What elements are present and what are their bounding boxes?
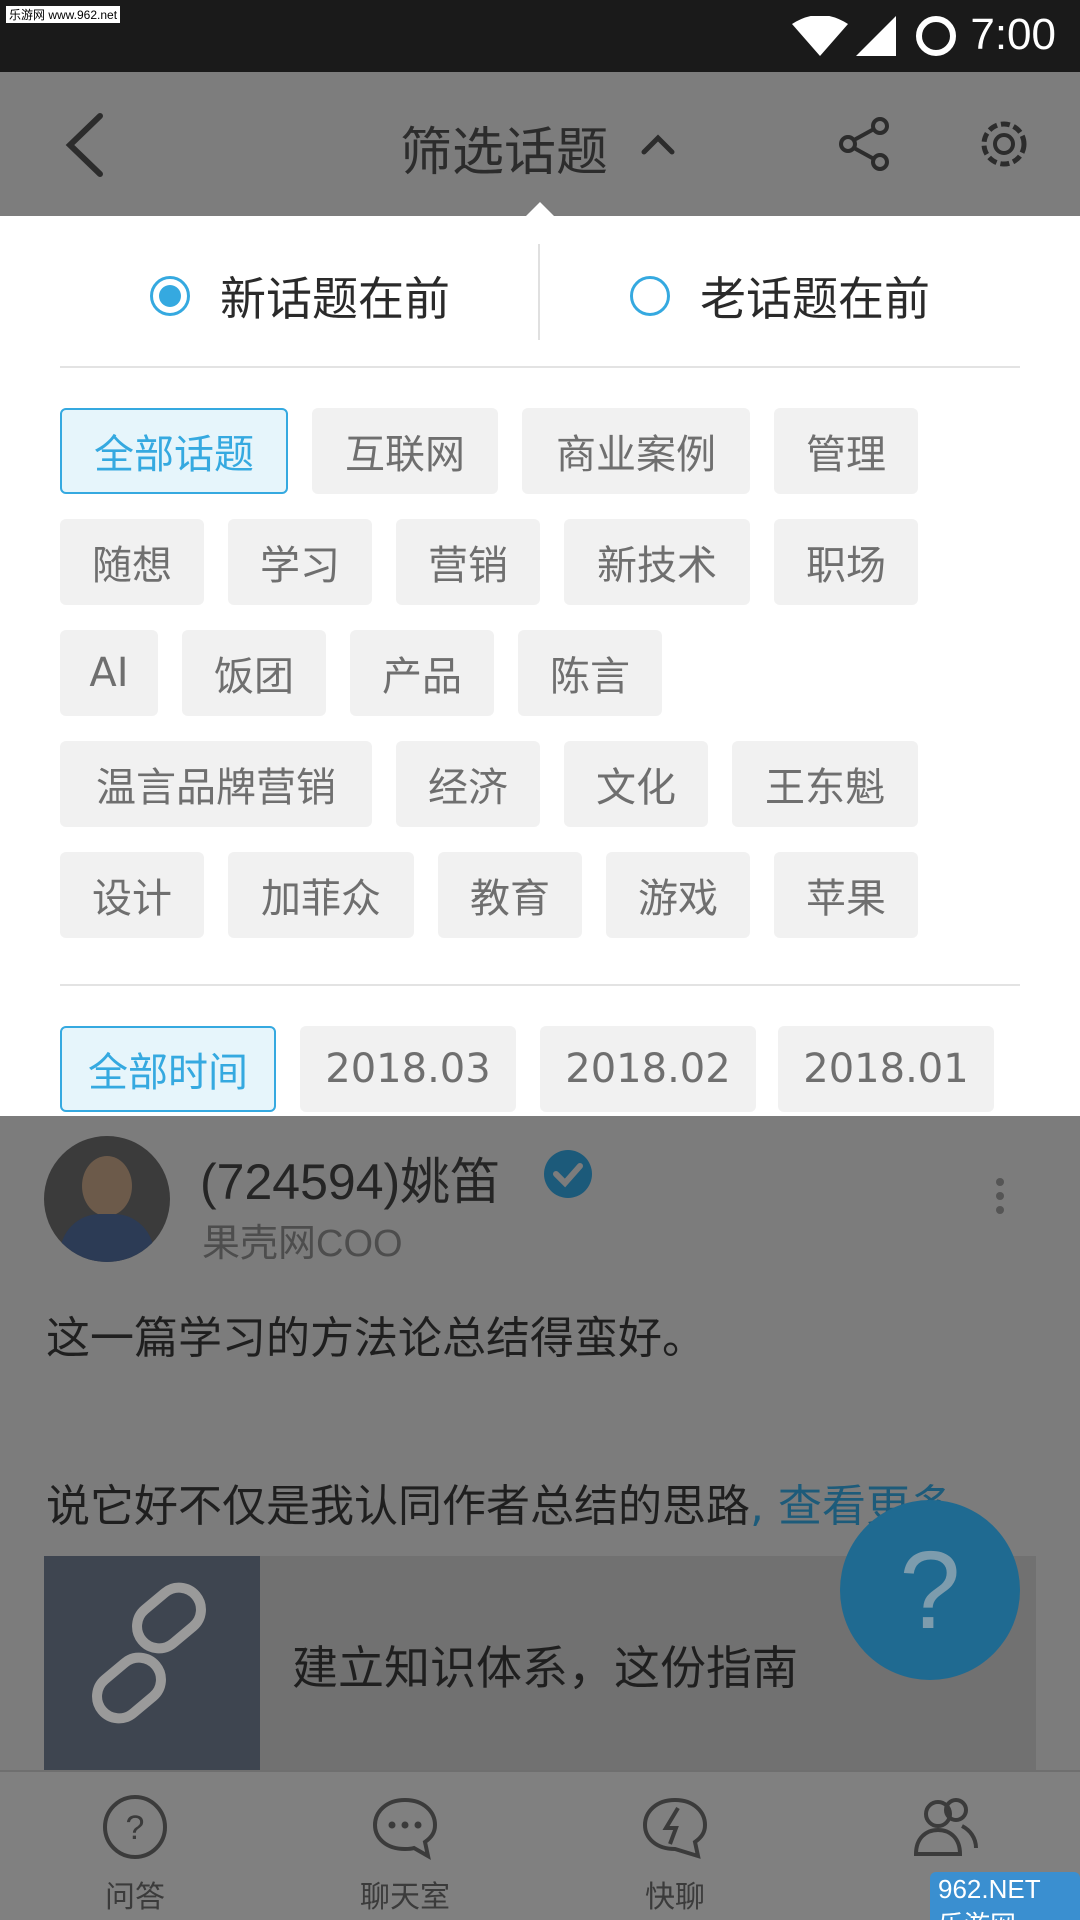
time-chip[interactable]: 2018.02 <box>540 1026 756 1112</box>
page-title[interactable]: 筛选话题 <box>400 110 608 185</box>
divider <box>60 984 1020 986</box>
more-options-icon[interactable] <box>990 1172 1010 1232</box>
link-card-title: 建立知识体系，这份指南 <box>292 1641 798 1695</box>
avatar-face <box>82 1156 132 1216</box>
topic-chip[interactable]: 设计 <box>60 852 204 938</box>
nav-item-quickchat[interactable]: 快聊 <box>540 1772 810 1920</box>
time-chip[interactable]: 2018.01 <box>778 1026 994 1112</box>
topic-chip[interactable]: 新技术 <box>564 519 750 605</box>
sort-divider <box>538 244 540 340</box>
topic-chip[interactable]: 温言品牌营销 <box>60 741 372 827</box>
sort-newest-label: 新话题在前 <box>220 272 450 326</box>
sort-newest-option[interactable]: 新话题在前 <box>150 264 450 328</box>
site-watermark: 962.NET 乐游网 <box>930 1872 1080 1920</box>
topic-chip[interactable]: 学习 <box>228 519 372 605</box>
wifi-icon <box>792 16 848 56</box>
nav-label: 聊天室 <box>360 1880 450 1915</box>
post-text-line: 说它好不仅是我认同作者总结的思路 <box>46 1481 750 1532</box>
group-icon <box>913 1798 978 1856</box>
time-chip[interactable]: 2018.03 <box>300 1026 516 1112</box>
verified-badge-icon <box>544 1150 592 1198</box>
battery-icon <box>916 16 956 56</box>
topic-chip[interactable]: 营销 <box>396 519 540 605</box>
cell-signal-icon <box>856 16 896 56</box>
topic-chip[interactable]: 文化 <box>564 741 708 827</box>
topic-chip[interactable]: 产品 <box>350 630 494 716</box>
topic-chip[interactable]: 互联网 <box>312 408 498 494</box>
author-subtitle: 果壳网COO <box>202 1223 403 1265</box>
topic-chip[interactable]: 加菲众 <box>228 852 414 938</box>
nav-item-qa[interactable]: ? 问答 <box>0 1772 270 1920</box>
radio-unselected-icon[interactable] <box>630 276 670 316</box>
svg-text:?: ? <box>126 1809 145 1847</box>
chevron-up-icon[interactable] <box>638 124 678 164</box>
sort-oldest-label: 老话题在前 <box>700 272 930 326</box>
divider <box>60 366 1020 368</box>
avatar[interactable] <box>44 1136 170 1262</box>
topic-chip[interactable]: 陈言 <box>518 630 662 716</box>
nav-label: 快聊 <box>645 1880 705 1915</box>
post-text: 说它好不仅是我认同作者总结的思路, 查看更多 <box>46 1470 954 1534</box>
sort-oldest-option[interactable]: 老话题在前 <box>630 264 930 328</box>
link-icon <box>92 1582 206 1724</box>
nav-label: 问答 <box>105 1880 165 1915</box>
topic-chip[interactable]: 饭团 <box>182 630 326 716</box>
lightning-bubble-icon <box>642 1797 708 1859</box>
time-chip-all[interactable]: 全部时间 <box>60 1026 276 1112</box>
ask-question-button[interactable]: ? <box>840 1500 1020 1680</box>
gear-icon[interactable] <box>974 114 1034 174</box>
author-name[interactable]: (724594)姚笛 <box>200 1142 500 1214</box>
topic-chip[interactable]: 经济 <box>396 741 540 827</box>
toolbar: 筛选话题 <box>0 72 1080 216</box>
share-icon[interactable] <box>836 116 892 172</box>
topic-chip-all[interactable]: 全部话题 <box>60 408 288 494</box>
post-text: 这一篇学习的方法论总结得蛮好。 <box>46 1313 706 1364</box>
topic-chip[interactable]: 随想 <box>60 519 204 605</box>
topic-chip[interactable]: 教育 <box>438 852 582 938</box>
filter-panel: 新话题在前 老话题在前 全部话题 互联网 商业案例 管理 随想 学习 营销 新技… <box>0 202 1080 1116</box>
status-bar: 乐游网 www.962.net 7:00 <box>0 0 1080 72</box>
watermark-label: 乐游网 www.962.net <box>6 6 121 23</box>
chat-bubble-icon <box>372 1797 438 1860</box>
sort-options: 新话题在前 老话题在前 <box>0 216 1080 366</box>
topic-chip[interactable]: 商业案例 <box>522 408 750 494</box>
topic-chip[interactable]: 王东魁 <box>732 741 918 827</box>
topic-chip[interactable]: 苹果 <box>774 852 918 938</box>
bottom-nav: ? 问答 聊天室 快聊 团 <box>0 1770 1080 1920</box>
topic-chip[interactable]: 职场 <box>774 519 918 605</box>
back-arrow-icon[interactable] <box>56 112 116 178</box>
link-thumbnail <box>44 1556 260 1770</box>
radio-selected-icon[interactable] <box>150 276 190 316</box>
topic-chip[interactable]: 游戏 <box>606 852 750 938</box>
avatar-body <box>60 1214 154 1262</box>
topic-chip[interactable]: 管理 <box>774 408 918 494</box>
status-time: 7:00 <box>970 10 1056 59</box>
topic-chip[interactable]: AI <box>60 630 158 716</box>
nav-item-chatroom[interactable]: 聊天室 <box>270 1772 540 1920</box>
question-icon: ? <box>103 1795 167 1859</box>
